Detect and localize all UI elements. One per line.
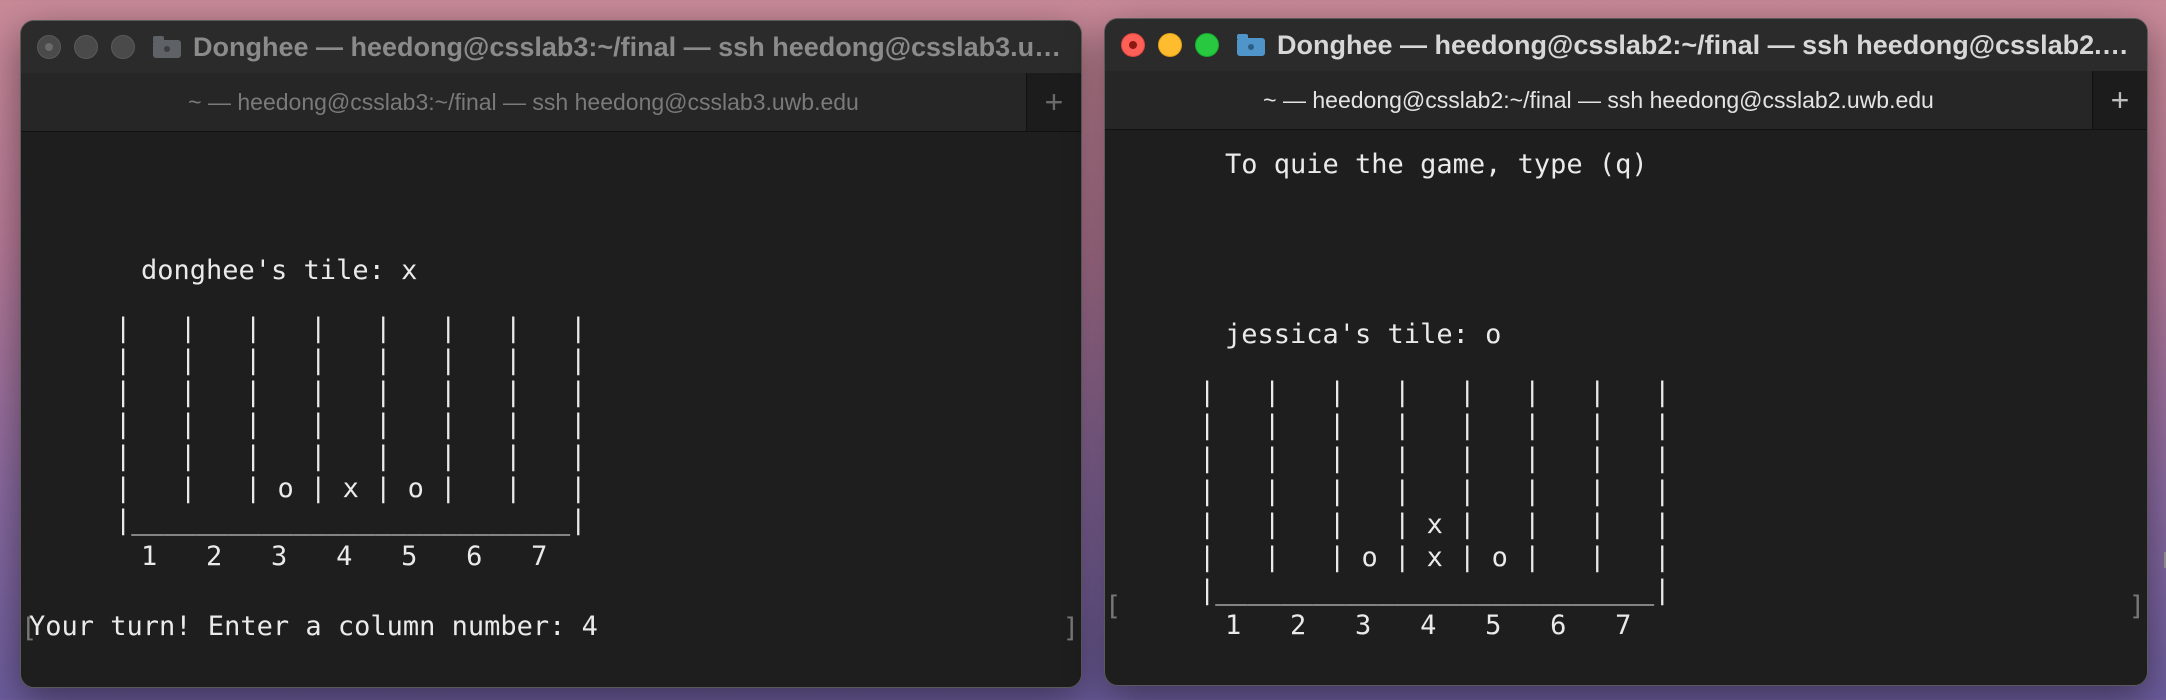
selection-bracket-left: [	[1105, 591, 1122, 622]
window-controls	[37, 35, 135, 59]
column-numbers: 1 2 3 4 5 6 7	[141, 541, 548, 572]
board-bottom: |___________________________|	[1199, 575, 1671, 606]
zoom-icon[interactable]	[111, 35, 135, 59]
board-row: | | | | x | | | |	[1199, 509, 1671, 540]
terminal-window-csslab3[interactable]: Donghee — heedong@csslab3:~/final — ssh …	[20, 20, 1082, 688]
terminal-window-csslab2[interactable]: Donghee — heedong@csslab2:~/final — ssh …	[1104, 18, 2148, 686]
minimize-icon[interactable]	[74, 35, 98, 59]
board-row: | | | o | x | o | | |	[1199, 542, 1671, 573]
board-row: | | | | | | | |	[115, 441, 587, 472]
folder-icon	[153, 36, 181, 58]
window-title: Donghee — heedong@csslab2:~/final — ssh …	[1277, 29, 2141, 60]
tab-csslab3[interactable]: ~ — heedong@csslab3:~/final — ssh heedon…	[21, 73, 1026, 131]
terminal-output[interactable]: donghee's tile: x | | | | | | | | | | | …	[21, 132, 1081, 687]
new-tab-button[interactable]: +	[2092, 71, 2147, 129]
board-row: | | | | | | | |	[1199, 443, 1671, 474]
tab-csslab2[interactable]: ~ — heedong@csslab2:~/final — ssh heedon…	[1105, 71, 2092, 129]
folder-icon	[1237, 34, 1265, 56]
tab-bar: ~ — heedong@csslab2:~/final — ssh heedon…	[1105, 71, 2147, 130]
board-row: | | | | | | | |	[1199, 410, 1671, 441]
window-controls	[1121, 33, 1219, 57]
board-bottom: |___________________________|	[115, 505, 587, 536]
terminal-output[interactable]: To quie the game, type (q) jessica's til…	[1105, 130, 2147, 685]
new-tab-button[interactable]: +	[1026, 73, 1081, 131]
minimize-icon[interactable]	[1158, 33, 1182, 57]
tile-line: jessica's tile: o	[1225, 319, 1502, 350]
selection-bracket-right: ]	[2128, 591, 2145, 622]
board-row: | | | | | | | |	[115, 313, 587, 344]
column-numbers: 1 2 3 4 5 6 7	[1225, 610, 1632, 641]
tab-bar: ~ — heedong@csslab3:~/final — ssh heedon…	[21, 73, 1081, 132]
board-row: | | | | | | | |	[115, 377, 587, 408]
board-row: | | | | | | | |	[115, 409, 587, 440]
zoom-icon[interactable]	[1195, 33, 1219, 57]
prompt-line: Your turn! Enter a column number: 4	[29, 611, 598, 642]
quit-hint-line: To quie the game, type (q)	[1225, 149, 1648, 180]
window-title: Donghee — heedong@csslab3:~/final — ssh …	[193, 31, 1077, 62]
tile-line: donghee's tile: x	[141, 255, 418, 286]
board-row: | | | o | x | o | | |	[115, 473, 587, 504]
board-row: | | | | | | | |	[1199, 377, 1671, 408]
close-icon[interactable]	[1121, 33, 1145, 57]
board-row: | | | | | | | |	[115, 345, 587, 376]
board-row: | | | | | | | |	[1199, 476, 1671, 507]
selection-bracket-right: ]	[1062, 613, 1079, 644]
close-icon[interactable]	[37, 35, 61, 59]
title-bar[interactable]: Donghee — heedong@csslab3:~/final — ssh …	[21, 21, 1081, 73]
title-bar[interactable]: Donghee — heedong@csslab2:~/final — ssh …	[1105, 19, 2147, 71]
